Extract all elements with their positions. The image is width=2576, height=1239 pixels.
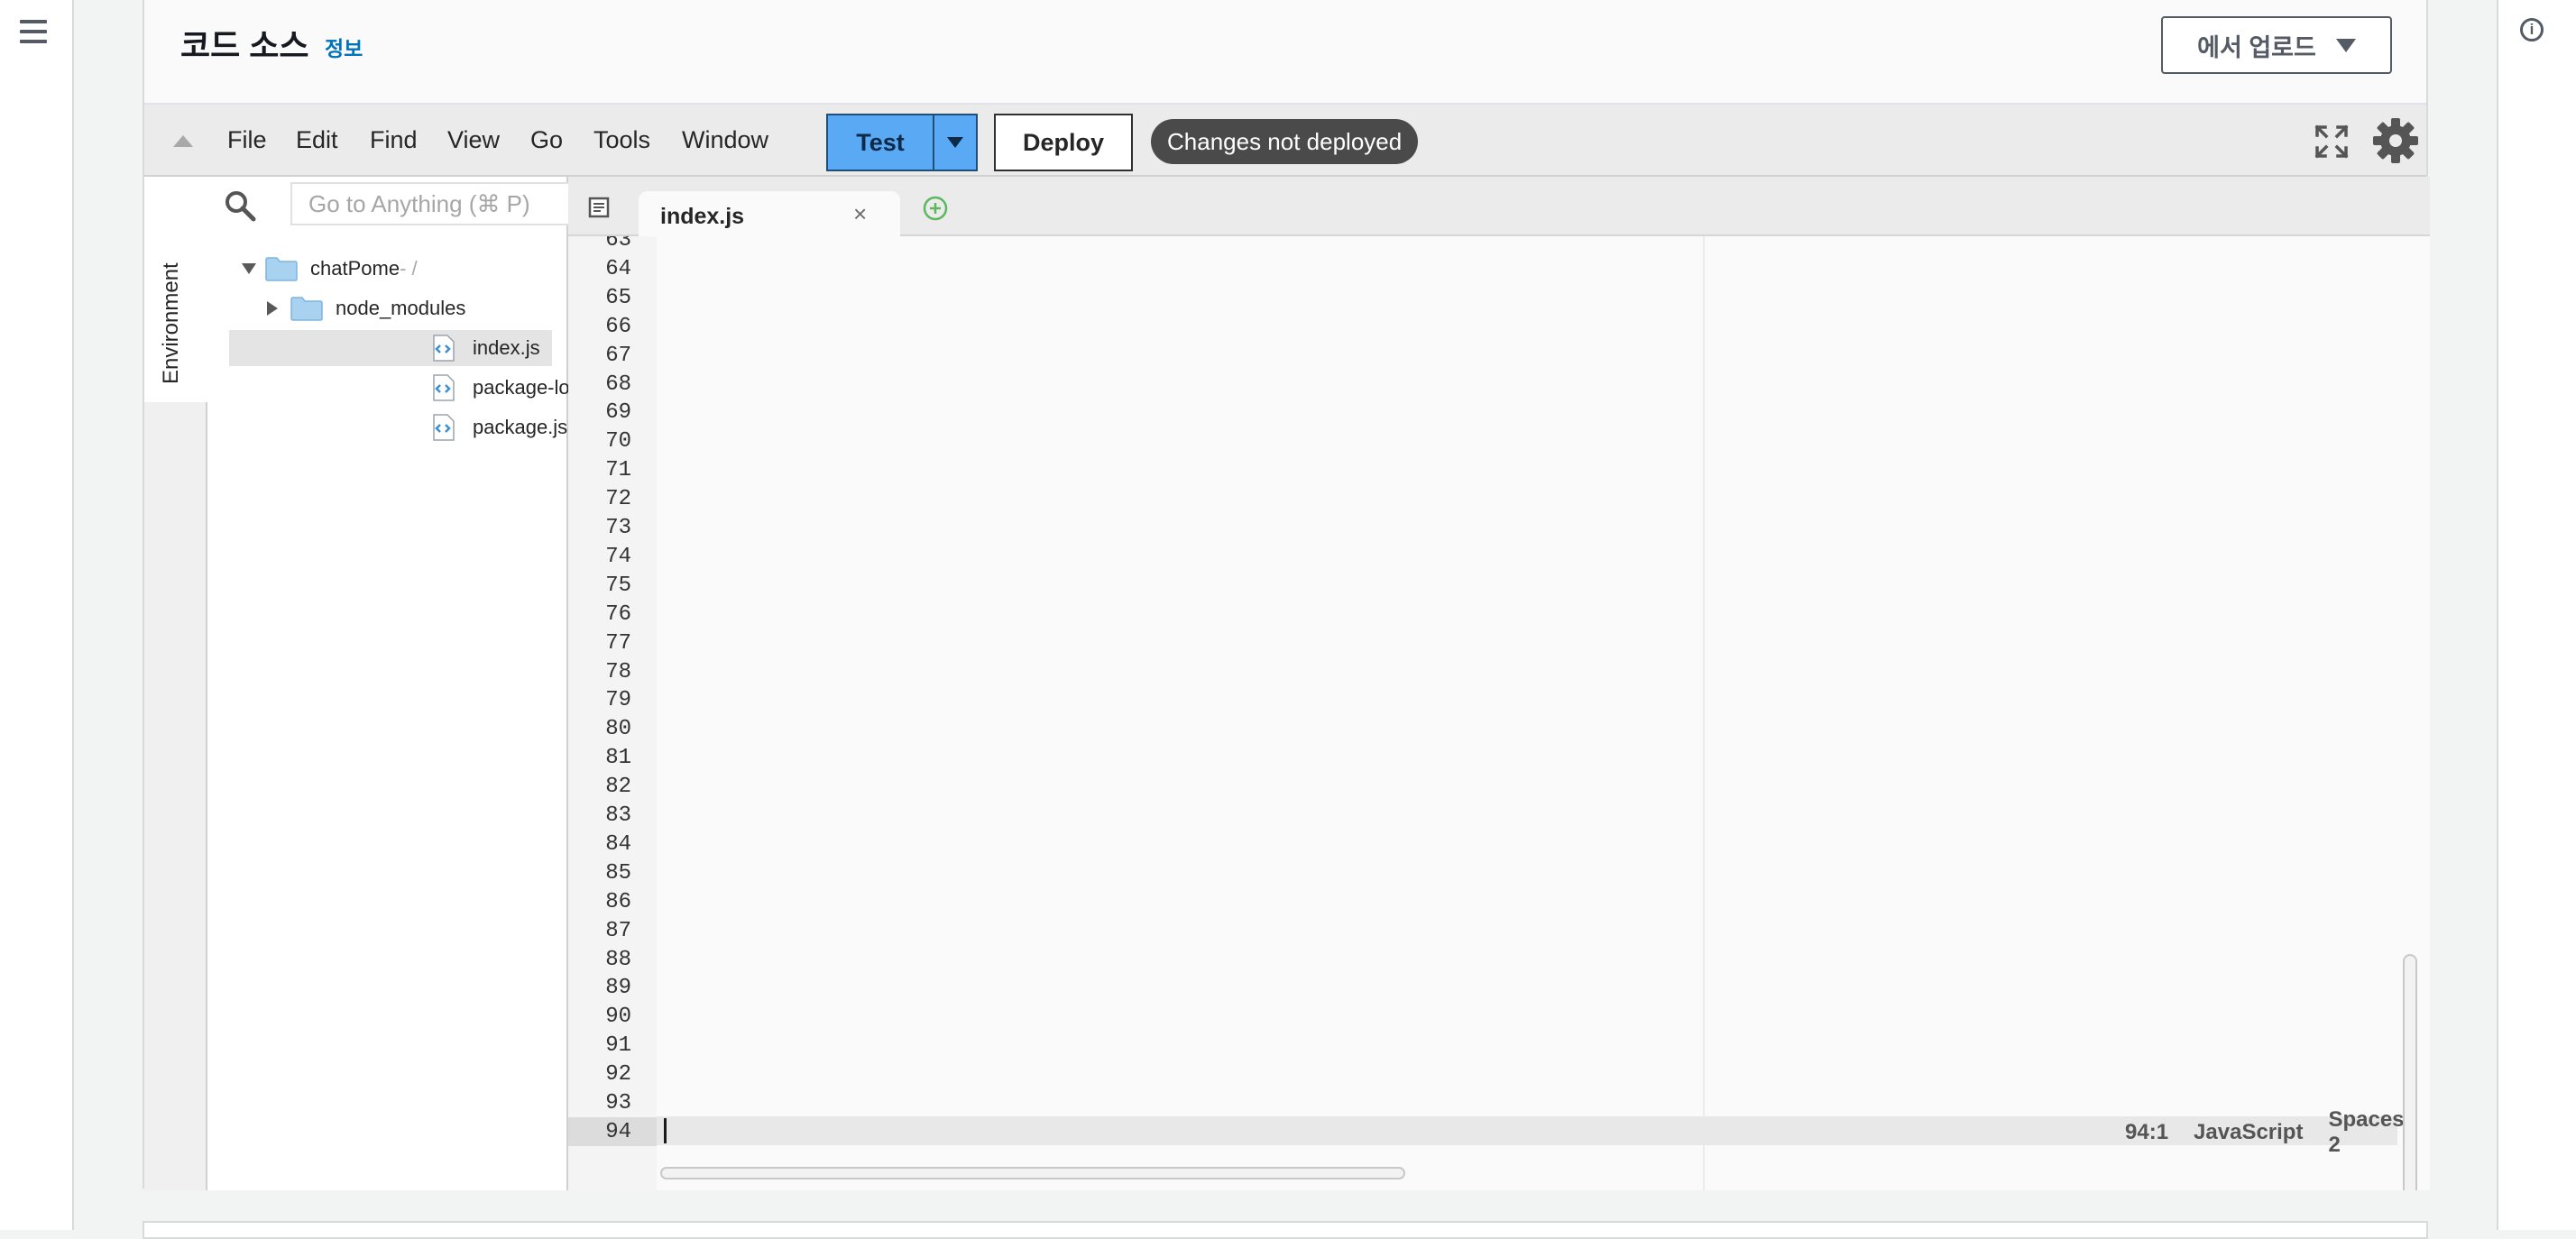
menu-window[interactable]: Window bbox=[682, 126, 768, 154]
root-folder-name: chatPome bbox=[310, 257, 400, 280]
file-icon bbox=[433, 374, 455, 401]
line-number: 66 bbox=[605, 314, 631, 339]
line-number-gutter: 63 64 65 66 67 68 69 70 71 72 73 74 75 76 77 78 79 80 81 82… bbox=[568, 236, 657, 1190]
root-folder-path: - / bbox=[400, 257, 418, 280]
menu-tools[interactable]: Tools bbox=[593, 126, 650, 154]
line-number: 65 bbox=[605, 285, 631, 310]
plus-circle-icon[interactable] bbox=[922, 195, 949, 222]
expand-arrow-icon[interactable] bbox=[242, 263, 256, 274]
line-number: 76 bbox=[605, 601, 631, 627]
line-number: 77 bbox=[605, 630, 631, 656]
line-number: 93 bbox=[605, 1091, 631, 1115]
code-editor[interactable]: 94:1 JavaScript Spaces: 2 bbox=[657, 236, 2430, 1190]
line-number: 63 bbox=[605, 236, 631, 252]
upload-from-button[interactable]: 에서 업로드 bbox=[2161, 16, 2392, 74]
gear-icon[interactable] bbox=[2372, 117, 2419, 164]
line-number: 89 bbox=[605, 976, 631, 1001]
text-cursor bbox=[664, 1118, 667, 1143]
line-number: 88 bbox=[605, 947, 631, 972]
test-split-button: Test bbox=[826, 114, 978, 171]
editor-status-bar: 94:1 JavaScript Spaces: 2 bbox=[2125, 1107, 2430, 1157]
caret-down-icon bbox=[947, 137, 963, 148]
line-number: 67 bbox=[605, 343, 631, 368]
line-number: 83 bbox=[605, 803, 631, 828]
panel-header: 코드 소스 정보 에서 업로드 bbox=[144, 0, 2426, 103]
menu-go[interactable]: Go bbox=[530, 126, 563, 154]
line-number: 78 bbox=[605, 659, 631, 684]
side-tab-strip: Environment bbox=[144, 177, 207, 1190]
collapse-menu-icon[interactable] bbox=[173, 135, 193, 147]
folder-icon bbox=[265, 257, 298, 281]
line-number: 92 bbox=[605, 1062, 631, 1088]
line-number: 87 bbox=[605, 918, 631, 943]
upload-from-label: 에서 업로드 bbox=[2197, 33, 2316, 61]
file-icon bbox=[433, 414, 455, 441]
line-number: 82 bbox=[605, 775, 631, 800]
deploy-status-badge: Changes not deployed bbox=[1151, 119, 1419, 164]
ide: File Edit Find View Go Tools Window Test… bbox=[144, 103, 2430, 1190]
cursor-position[interactable]: 94:1 bbox=[2125, 1120, 2168, 1145]
editor-tab-index-js[interactable]: index.js × bbox=[639, 191, 900, 238]
code-source-panel: 코드 소스 정보 에서 업로드 File Edit Find View Go T… bbox=[143, 0, 2430, 1190]
fullscreen-icon[interactable] bbox=[2314, 124, 2349, 159]
menu-find[interactable]: Find bbox=[370, 126, 418, 154]
close-icon[interactable]: × bbox=[853, 200, 867, 228]
next-section-panel bbox=[143, 1221, 2428, 1239]
vertical-scrollbar[interactable] bbox=[2403, 954, 2417, 1190]
test-button[interactable]: Test bbox=[828, 115, 934, 170]
tab-list-icon[interactable] bbox=[588, 197, 613, 220]
expand-arrow-icon[interactable] bbox=[267, 301, 278, 316]
line-number: 74 bbox=[605, 544, 631, 569]
file-tree-sidebar bbox=[207, 177, 619, 1190]
search-icon bbox=[225, 191, 256, 222]
editor-tab-label: index.js bbox=[660, 204, 745, 229]
hamburger-icon[interactable] bbox=[20, 20, 47, 43]
right-help-rail: i bbox=[2497, 0, 2576, 1230]
horizontal-scrollbar[interactable] bbox=[660, 1167, 1405, 1179]
line-number: 86 bbox=[605, 889, 631, 914]
line-number: 94 bbox=[605, 1119, 631, 1144]
deploy-button[interactable]: Deploy bbox=[994, 114, 1133, 171]
line-number: 79 bbox=[605, 688, 631, 713]
info-link[interactable]: 정보 bbox=[325, 32, 363, 62]
line-number: 69 bbox=[605, 400, 631, 426]
ide-menubar: File Edit Find View Go Tools Window Test… bbox=[144, 105, 2426, 177]
info-circle-icon[interactable]: i bbox=[2520, 18, 2544, 41]
menu-view[interactable]: View bbox=[447, 126, 500, 154]
panel-title: 코드 소스 bbox=[180, 27, 309, 64]
line-number: 72 bbox=[605, 487, 631, 512]
line-number: 68 bbox=[605, 372, 631, 397]
menu-edit[interactable]: Edit bbox=[296, 126, 338, 154]
line-number: 84 bbox=[605, 831, 631, 857]
environment-tab-label: Environment bbox=[159, 262, 183, 384]
line-number: 81 bbox=[605, 746, 631, 771]
folder-icon bbox=[290, 297, 323, 321]
line-number: 71 bbox=[605, 458, 631, 483]
line-number: 85 bbox=[605, 860, 631, 886]
line-number: 80 bbox=[605, 717, 631, 742]
line-number: 64 bbox=[605, 256, 631, 281]
line-number: 70 bbox=[605, 429, 631, 454]
line-number: 91 bbox=[605, 1033, 631, 1059]
js-file-icon bbox=[433, 335, 455, 362]
environment-tab[interactable]: Environment bbox=[144, 177, 207, 402]
line-number: 90 bbox=[605, 1005, 631, 1030]
tree-item-label: index.js bbox=[473, 336, 540, 359]
left-nav-rail bbox=[0, 0, 74, 1230]
line-number: 73 bbox=[605, 516, 631, 540]
tree-item-label: node_modules bbox=[336, 297, 466, 319]
editor-tab-bar: index.js × bbox=[568, 177, 2430, 238]
print-margin-line bbox=[1703, 236, 1705, 1190]
menu-file[interactable]: File bbox=[227, 126, 267, 154]
caret-down-icon bbox=[2335, 38, 2356, 52]
line-number: 75 bbox=[605, 573, 631, 598]
language-mode[interactable]: JavaScript bbox=[2194, 1120, 2303, 1145]
test-dropdown-button[interactable] bbox=[934, 115, 976, 170]
